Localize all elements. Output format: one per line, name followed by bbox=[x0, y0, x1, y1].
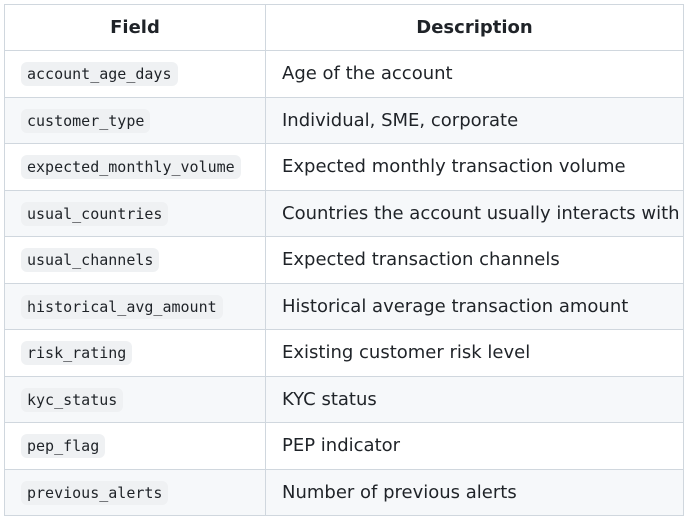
table-row: expected_monthly_volume Expected monthly… bbox=[4, 143, 684, 191]
header-field: Field bbox=[4, 4, 266, 51]
field-name: kyc_status bbox=[21, 387, 124, 412]
field-cell: kyc_status bbox=[4, 375, 266, 423]
field-cell: usual_channels bbox=[4, 236, 266, 284]
table-header: Field Description bbox=[4, 4, 684, 51]
description-cell: Age of the account bbox=[265, 50, 684, 98]
field-name: pep_flag bbox=[21, 434, 106, 459]
table-row: pep_flag PEP indicator bbox=[4, 422, 684, 470]
field-cell: usual_countries bbox=[4, 189, 266, 237]
field-name: usual_countries bbox=[21, 201, 169, 226]
field-cell: account_age_days bbox=[4, 50, 266, 98]
description-cell: Expected monthly transaction volume bbox=[265, 143, 684, 191]
table-row: usual_countries Countries the account us… bbox=[4, 189, 684, 237]
field-cell: historical_avg_amount bbox=[4, 282, 266, 330]
header-description: Description bbox=[265, 4, 684, 51]
description-cell: Countries the account usually interacts … bbox=[265, 189, 684, 237]
table-row: account_age_days Age of the account bbox=[4, 50, 684, 98]
field-name: previous_alerts bbox=[21, 480, 169, 505]
field-cell: customer_type bbox=[4, 96, 266, 144]
description-cell: KYC status bbox=[265, 375, 684, 423]
field-name: account_age_days bbox=[21, 62, 178, 87]
field-cell: previous_alerts bbox=[4, 468, 266, 516]
fields-table: Field Description account_age_days Age o… bbox=[4, 4, 684, 516]
description-cell: PEP indicator bbox=[265, 422, 684, 470]
description-cell: Individual, SME, corporate bbox=[265, 96, 684, 144]
field-name: usual_channels bbox=[21, 248, 160, 273]
table-row: previous_alerts Number of previous alert… bbox=[4, 468, 684, 516]
table-row: usual_channels Expected transaction chan… bbox=[4, 236, 684, 284]
field-name: risk_rating bbox=[21, 341, 133, 366]
description-cell: Number of previous alerts bbox=[265, 468, 684, 516]
description-cell: Existing customer risk level bbox=[265, 329, 684, 377]
table-row: kyc_status KYC status bbox=[4, 375, 684, 423]
description-cell: Expected transaction channels bbox=[265, 236, 684, 284]
table-row: customer_type Individual, SME, corporate bbox=[4, 96, 684, 144]
field-name: expected_monthly_volume bbox=[21, 155, 241, 180]
table-row: risk_rating Existing customer risk level bbox=[4, 329, 684, 377]
table-body: account_age_days Age of the account cust… bbox=[4, 50, 684, 516]
field-cell: risk_rating bbox=[4, 329, 266, 377]
header-row: Field Description bbox=[4, 4, 684, 51]
description-cell: Historical average transaction amount bbox=[265, 282, 684, 330]
field-name: historical_avg_amount bbox=[21, 294, 223, 319]
field-cell: pep_flag bbox=[4, 422, 266, 470]
field-name: customer_type bbox=[21, 108, 151, 133]
field-cell: expected_monthly_volume bbox=[4, 143, 266, 191]
table-row: historical_avg_amount Historical average… bbox=[4, 282, 684, 330]
